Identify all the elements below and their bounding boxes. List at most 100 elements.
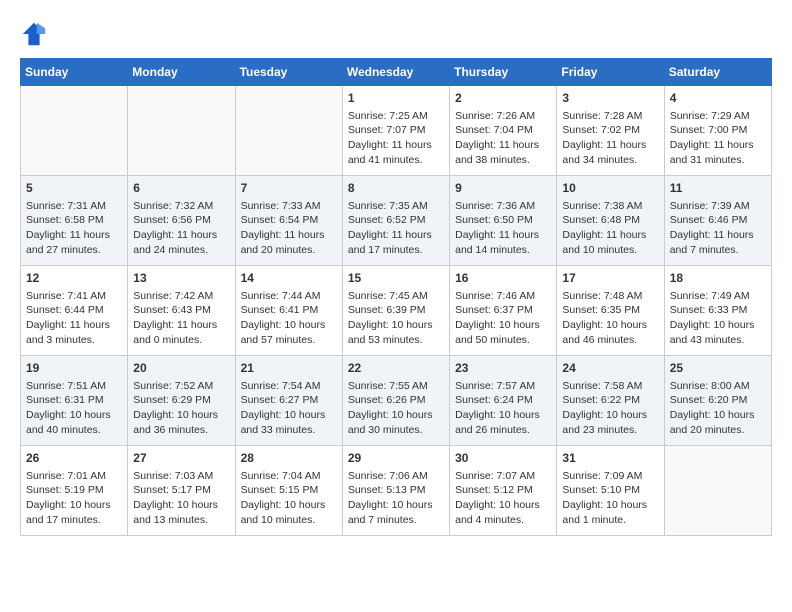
day-info: Sunrise: 7:42 AM <box>133 289 229 304</box>
calendar-cell: 12Sunrise: 7:41 AMSunset: 6:44 PMDayligh… <box>21 266 128 356</box>
day-info: Sunrise: 7:29 AM <box>670 109 766 124</box>
calendar-cell: 22Sunrise: 7:55 AMSunset: 6:26 PMDayligh… <box>342 356 449 446</box>
day-info: Daylight: 10 hours and 23 minutes. <box>562 408 658 437</box>
day-info: Sunset: 6:31 PM <box>26 393 122 408</box>
day-info: Sunrise: 7:46 AM <box>455 289 551 304</box>
day-info: Sunrise: 7:26 AM <box>455 109 551 124</box>
day-number: 12 <box>26 270 122 287</box>
calendar-cell <box>664 446 771 536</box>
calendar-week-row: 5Sunrise: 7:31 AMSunset: 6:58 PMDaylight… <box>21 176 772 266</box>
day-info: Daylight: 11 hours and 34 minutes. <box>562 138 658 167</box>
day-number: 15 <box>348 270 444 287</box>
day-number: 18 <box>670 270 766 287</box>
calendar-cell: 9Sunrise: 7:36 AMSunset: 6:50 PMDaylight… <box>450 176 557 266</box>
day-info: Sunset: 6:56 PM <box>133 213 229 228</box>
logo-icon <box>20 20 48 48</box>
day-info: Sunrise: 8:00 AM <box>670 379 766 394</box>
calendar-cell: 5 Sunrise: 7:31 AMSunset: 6:58 PMDaylight… <box>21 176 128 266</box>
calendar-cell: 27Sunrise: 7:03 AMSunset: 5:17 PMDayligh… <box>128 446 235 536</box>
day-info: Daylight: 11 hours and 7 minutes. <box>670 228 766 257</box>
day-number: 19 <box>26 360 122 377</box>
calendar-cell: 23Sunrise: 7:57 AMSunset: 6:24 PMDayligh… <box>450 356 557 446</box>
day-number: 14 <box>241 270 337 287</box>
day-info: Daylight: 10 hours and 30 minutes. <box>348 408 444 437</box>
day-number: 31 <box>562 450 658 467</box>
calendar-cell: 8Sunrise: 7:35 AMSunset: 6:52 PMDaylight… <box>342 176 449 266</box>
day-info: Daylight: 10 hours and 20 minutes. <box>670 408 766 437</box>
day-info: Sunrise: 7:31 AM <box>26 199 122 214</box>
day-info: Sunset: 6:35 PM <box>562 303 658 318</box>
calendar-cell: 6Sunrise: 7:32 AMSunset: 6:56 PMDaylight… <box>128 176 235 266</box>
day-info: Sunrise: 7:09 AM <box>562 469 658 484</box>
day-number: 5 <box>26 180 122 197</box>
day-info: Daylight: 10 hours and 57 minutes. <box>241 318 337 347</box>
day-number: 7 <box>241 180 337 197</box>
calendar-cell: 24Sunrise: 7:58 AMSunset: 6:22 PMDayligh… <box>557 356 664 446</box>
calendar-cell: 19Sunrise: 7:51 AMSunset: 6:31 PMDayligh… <box>21 356 128 446</box>
day-number: 20 <box>133 360 229 377</box>
day-number: 25 <box>670 360 766 377</box>
day-info: Sunset: 5:17 PM <box>133 483 229 498</box>
day-info: Sunrise: 7:32 AM <box>133 199 229 214</box>
calendar-week-row: 12Sunrise: 7:41 AMSunset: 6:44 PMDayligh… <box>21 266 772 356</box>
calendar-cell: 4Sunrise: 7:29 AMSunset: 7:00 PMDaylight… <box>664 86 771 176</box>
day-info: Sunrise: 7:25 AM <box>348 109 444 124</box>
day-number: 17 <box>562 270 658 287</box>
calendar-cell: 11Sunrise: 7:39 AMSunset: 6:46 PMDayligh… <box>664 176 771 266</box>
calendar-cell: 2Sunrise: 7:26 AMSunset: 7:04 PMDaylight… <box>450 86 557 176</box>
weekday-header-sunday: Sunday <box>21 59 128 86</box>
day-info: Sunset: 6:48 PM <box>562 213 658 228</box>
day-info: Sunrise: 7:36 AM <box>455 199 551 214</box>
calendar-cell: 28Sunrise: 7:04 AMSunset: 5:15 PMDayligh… <box>235 446 342 536</box>
day-info: Sunrise: 7:55 AM <box>348 379 444 394</box>
calendar-week-row: 19Sunrise: 7:51 AMSunset: 6:31 PMDayligh… <box>21 356 772 446</box>
day-info: Daylight: 10 hours and 4 minutes. <box>455 498 551 527</box>
day-info: Sunrise: 7:06 AM <box>348 469 444 484</box>
day-info: Sunrise: 7:39 AM <box>670 199 766 214</box>
calendar-cell <box>128 86 235 176</box>
day-info: Sunset: 6:58 PM <box>26 213 122 228</box>
day-info: Sunset: 6:37 PM <box>455 303 551 318</box>
calendar-cell: 31Sunrise: 7:09 AMSunset: 5:10 PMDayligh… <box>557 446 664 536</box>
logo <box>20 20 52 48</box>
day-info: Sunrise: 7:41 AM <box>26 289 122 304</box>
calendar-cell: 30Sunrise: 7:07 AMSunset: 5:12 PMDayligh… <box>450 446 557 536</box>
day-info: Sunrise: 7:45 AM <box>348 289 444 304</box>
day-info: Daylight: 10 hours and 53 minutes. <box>348 318 444 347</box>
weekday-header-thursday: Thursday <box>450 59 557 86</box>
day-info: Daylight: 10 hours and 26 minutes. <box>455 408 551 437</box>
calendar-cell: 17 Sunrise: 7:48 AMSunset: 6:35 PMDayligh… <box>557 266 664 356</box>
day-info: Sunset: 5:10 PM <box>562 483 658 498</box>
day-info: Daylight: 11 hours and 0 minutes. <box>133 318 229 347</box>
calendar-cell: 25Sunrise: 8:00 AMSunset: 6:20 PMDayligh… <box>664 356 771 446</box>
day-info: Sunrise: 7:33 AM <box>241 199 337 214</box>
day-info: Sunset: 6:22 PM <box>562 393 658 408</box>
day-info: Sunset: 7:02 PM <box>562 123 658 138</box>
calendar-cell: 21Sunrise: 7:54 AMSunset: 6:27 PMDayligh… <box>235 356 342 446</box>
calendar-cell: 18Sunrise: 7:49 AMSunset: 6:33 PMDayligh… <box>664 266 771 356</box>
weekday-header-tuesday: Tuesday <box>235 59 342 86</box>
day-number: 9 <box>455 180 551 197</box>
day-number: 23 <box>455 360 551 377</box>
day-number: 4 <box>670 90 766 107</box>
day-number: 22 <box>348 360 444 377</box>
day-info: Sunrise: 7:07 AM <box>455 469 551 484</box>
day-number: 16 <box>455 270 551 287</box>
calendar-header: SundayMondayTuesdayWednesdayThursdayFrid… <box>21 59 772 86</box>
calendar-body: 1Sunrise: 7:25 AMSunset: 7:07 PMDaylight… <box>21 86 772 536</box>
day-info: Sunrise: 7:04 AM <box>241 469 337 484</box>
weekday-header-monday: Monday <box>128 59 235 86</box>
weekday-header-wednesday: Wednesday <box>342 59 449 86</box>
day-info: Sunrise: 7:57 AM <box>455 379 551 394</box>
day-info: Daylight: 11 hours and 38 minutes. <box>455 138 551 167</box>
day-info: Daylight: 11 hours and 20 minutes. <box>241 228 337 257</box>
day-info: Sunrise: 7:48 AM <box>562 289 658 304</box>
day-info: Sunrise: 7:01 AM <box>26 469 122 484</box>
day-info: Daylight: 10 hours and 10 minutes. <box>241 498 337 527</box>
day-number: 28 <box>241 450 337 467</box>
day-info: Daylight: 10 hours and 46 minutes. <box>562 318 658 347</box>
day-number: 8 <box>348 180 444 197</box>
day-number: 30 <box>455 450 551 467</box>
day-info: Daylight: 11 hours and 27 minutes. <box>26 228 122 257</box>
calendar-cell: 15Sunrise: 7:45 AMSunset: 6:39 PMDayligh… <box>342 266 449 356</box>
